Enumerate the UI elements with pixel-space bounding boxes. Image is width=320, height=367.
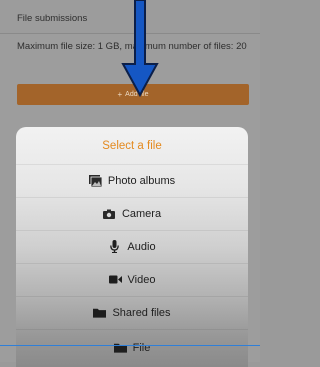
option-video[interactable]: Video (16, 263, 248, 296)
option-label: Camera (121, 207, 162, 220)
camera-icon (103, 207, 116, 220)
focus-line (0, 345, 260, 346)
option-photo-albums[interactable]: Photo albums (16, 164, 248, 197)
app-screen: File submissions Maximum file size: 1 GB… (0, 0, 260, 367)
folder-icon (113, 341, 127, 354)
option-label: Shared files (112, 306, 171, 319)
photo-albums-icon (88, 174, 102, 187)
option-shared-files[interactable]: Shared files (16, 296, 248, 329)
microphone-icon (108, 240, 121, 253)
option-label: File (132, 341, 151, 354)
option-audio[interactable]: Audio (16, 230, 248, 263)
section-title: File submissions (17, 13, 88, 24)
divider (16, 329, 248, 330)
folder-icon (93, 306, 107, 319)
option-file[interactable]: File (16, 331, 248, 364)
option-camera[interactable]: Camera (16, 197, 248, 230)
arrow-down-icon (121, 0, 159, 98)
option-label: Audio (127, 240, 156, 253)
sheet-title: Select a file (102, 139, 162, 152)
video-camera-icon (108, 273, 122, 286)
file-picker-sheet: Select a file Photo albums Camera Audio … (16, 127, 248, 367)
option-label: Video (127, 273, 156, 286)
option-label: Photo albums (107, 174, 176, 187)
